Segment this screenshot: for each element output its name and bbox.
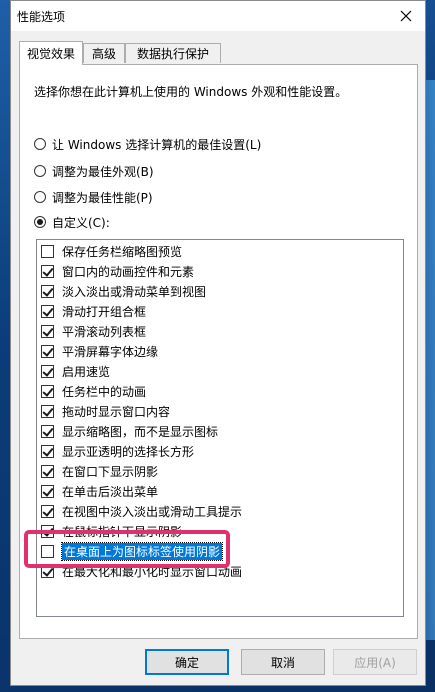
close-icon bbox=[400, 10, 412, 22]
checkbox[interactable] bbox=[41, 264, 54, 278]
checkbox[interactable] bbox=[41, 304, 54, 318]
option-item[interactable]: 平滑屏幕字体边缘 bbox=[41, 342, 158, 360]
option-item[interactable]: 任务栏中的动画 bbox=[41, 382, 146, 400]
option-label: 平滑滚动列表框 bbox=[62, 324, 147, 339]
tab-visual-effects[interactable]: 视觉效果 bbox=[19, 41, 83, 65]
option-label: 淡入淡出或滑动菜单到视图 bbox=[62, 284, 207, 299]
option-item[interactable]: 滑动打开组合框 bbox=[41, 302, 146, 320]
radio-label: 让 Windows 选择计算机的最佳设置(L) bbox=[52, 137, 262, 152]
checkbox[interactable] bbox=[41, 504, 54, 518]
checkbox[interactable] bbox=[41, 324, 54, 338]
option-item[interactable]: 淡入淡出或滑动菜单到视图 bbox=[41, 282, 206, 300]
option-label: 任务栏中的动画 bbox=[62, 384, 147, 399]
option-label: 滑动打开组合框 bbox=[62, 304, 147, 319]
option-item[interactable]: 显示缩略图，而不是显示图标 bbox=[41, 422, 218, 440]
option-item[interactable]: 在桌面上为图标标签使用阴影 bbox=[41, 541, 224, 561]
radio-button bbox=[34, 138, 46, 150]
close-button[interactable] bbox=[393, 5, 419, 27]
checkbox[interactable] bbox=[41, 484, 54, 498]
checkbox[interactable] bbox=[41, 344, 54, 358]
checkbox[interactable] bbox=[41, 464, 54, 478]
checkbox[interactable] bbox=[41, 444, 54, 458]
checkbox[interactable] bbox=[41, 544, 54, 558]
option-label: 保存任务栏缩略图预览 bbox=[62, 244, 183, 259]
checkbox[interactable] bbox=[41, 424, 54, 438]
option-item[interactable]: 窗口内的动画控件和元素 bbox=[41, 262, 194, 280]
apply-button[interactable]: 应用(A) bbox=[333, 649, 417, 675]
radio-label: 调整为最佳性能(P) bbox=[52, 190, 153, 205]
option-item[interactable]: 显示亚透明的选择长方形 bbox=[41, 442, 194, 460]
option-item[interactable]: 在视图中淡入淡出或滑动工具提示 bbox=[41, 502, 242, 520]
tab-data-execution-prevention[interactable]: 数据执行保护 bbox=[125, 43, 221, 63]
option-label: 启用速览 bbox=[62, 364, 111, 379]
checkbox[interactable] bbox=[41, 564, 54, 578]
option-label: 在视图中淡入淡出或滑动工具提示 bbox=[62, 504, 243, 519]
option-item[interactable]: 平滑滚动列表框 bbox=[41, 322, 146, 340]
radio-button bbox=[34, 191, 46, 203]
option-item[interactable]: 拖动时显示窗口内容 bbox=[41, 402, 170, 420]
cancel-button[interactable]: 取消 bbox=[241, 649, 325, 675]
checkbox[interactable] bbox=[41, 524, 54, 538]
visual-effects-list[interactable]: 保存任务栏缩略图预览 窗口内的动画控件和元素 淡入淡出或滑动菜单到视图 滑动打开组合框… bbox=[36, 239, 404, 617]
option-label: 在窗口下显示阴影 bbox=[62, 464, 159, 479]
checkbox[interactable] bbox=[41, 384, 54, 398]
description-text: 选择你想在此计算机上使用的 Windows 外观和性能设置。 bbox=[34, 85, 348, 99]
option-label: 显示缩略图，而不是显示图标 bbox=[62, 424, 219, 439]
tab-advanced[interactable]: 高级 bbox=[83, 43, 125, 63]
option-label: 在单击后淡出菜单 bbox=[62, 484, 159, 499]
checkbox[interactable] bbox=[41, 244, 54, 258]
radio-best-performance[interactable]: 调整为最佳性能(P) bbox=[34, 188, 153, 206]
radio-label: 自定义(C): bbox=[52, 215, 110, 230]
radio-button bbox=[34, 165, 46, 177]
option-label: 在桌面上为图标标签使用阴影 bbox=[60, 541, 224, 561]
option-label: 窗口内的动画控件和元素 bbox=[62, 264, 195, 279]
visual-effects-panel: 选择你想在此计算机上使用的 Windows 外观和性能设置。 让 Windows… bbox=[19, 64, 418, 639]
option-label: 在最大化和最小化时显示窗口动画 bbox=[62, 564, 243, 579]
radio-label: 调整为最佳外观(B) bbox=[52, 164, 154, 179]
window-title: 性能选项 bbox=[17, 10, 66, 24]
option-item[interactable]: 保存任务栏缩略图预览 bbox=[41, 242, 182, 260]
radio-let-windows-choose[interactable]: 让 Windows 选择计算机的最佳设置(L) bbox=[34, 135, 261, 153]
option-label: 平滑屏幕字体边缘 bbox=[62, 344, 159, 359]
option-item[interactable]: 在最大化和最小化时显示窗口动画 bbox=[41, 562, 242, 580]
option-item[interactable]: 在鼠标指针下显示阴影 bbox=[41, 522, 182, 540]
option-item[interactable]: 在窗口下显示阴影 bbox=[41, 462, 158, 480]
ok-button[interactable]: 确定 bbox=[145, 649, 229, 675]
checkbox[interactable] bbox=[41, 364, 54, 378]
title-bar: 性能选项 bbox=[11, 1, 425, 31]
radio-button bbox=[34, 216, 46, 228]
option-label: 拖动时显示窗口内容 bbox=[62, 404, 171, 419]
option-label: 显示亚透明的选择长方形 bbox=[62, 444, 195, 459]
option-item[interactable]: 启用速览 bbox=[41, 362, 110, 380]
checkbox[interactable] bbox=[41, 404, 54, 418]
option-label: 在鼠标指针下显示阴影 bbox=[62, 524, 183, 539]
checkbox[interactable] bbox=[41, 284, 54, 298]
option-item[interactable]: 在单击后淡出菜单 bbox=[41, 482, 158, 500]
radio-best-appearance[interactable]: 调整为最佳外观(B) bbox=[34, 162, 154, 180]
radio-custom[interactable]: 自定义(C): bbox=[34, 213, 110, 231]
performance-options-dialog: 性能选项 视觉效果 高级 数据执行保护 选择你想在此计算机上使用的 Window… bbox=[10, 0, 426, 686]
